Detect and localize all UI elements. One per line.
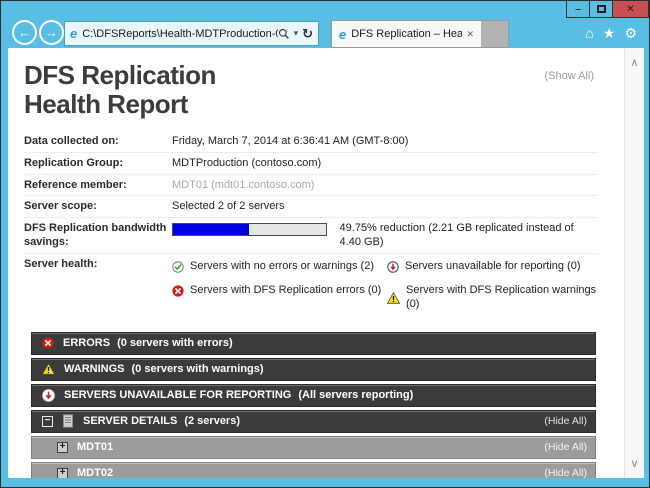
- favorites-star-icon[interactable]: ★: [603, 26, 616, 40]
- server-name: MDT02: [77, 467, 113, 478]
- health-item-warnings: Servers with DFS Replication warnings (0…: [387, 284, 598, 312]
- minimize-button[interactable]: –: [566, 0, 590, 18]
- health-item-errors: Servers with DFS Replication errors (0): [172, 284, 387, 298]
- hide-all-link[interactable]: (Hide All): [544, 415, 587, 427]
- field-server-health: Server health: Servers with no errors or…: [24, 253, 598, 326]
- refresh-icon[interactable]: ↻: [302, 26, 313, 42]
- field-value: Selected 2 of 2 servers: [172, 200, 285, 214]
- field-label: Server scope:: [24, 200, 172, 214]
- expand-toggle[interactable]: +: [57, 442, 68, 453]
- address-input[interactable]: C:\DFSReports\Health-MDTProduction-07Ma: [82, 28, 277, 40]
- window-controls: – ✕: [567, 0, 649, 18]
- page-content: DFS Replication Health Report (Show All)…: [8, 48, 644, 478]
- unavailable-icon: [387, 261, 399, 273]
- field-reference-member: Reference member: MDT01 (mdt01.contoso.c…: [24, 174, 598, 196]
- minimize-icon: –: [575, 4, 581, 15]
- health-item-text: Servers with DFS Replication errors (0): [190, 284, 381, 298]
- ok-icon: [172, 261, 184, 273]
- scroll-down-icon[interactable]: ∨: [625, 457, 644, 470]
- field-label: Data collected on:: [24, 135, 172, 149]
- scroll-up-icon[interactable]: ∧: [625, 56, 644, 69]
- hide-all-link[interactable]: (Hide All): [544, 441, 587, 453]
- maximize-icon: [597, 5, 606, 13]
- address-dropdown-icon[interactable]: ▾: [294, 28, 299, 39]
- server-name: MDT01: [77, 441, 113, 453]
- field-server-scope: Server scope: Selected 2 of 2 servers: [24, 195, 598, 217]
- vertical-scrollbar[interactable]: ∧ ∨: [624, 48, 644, 478]
- section-detail: (0 servers with warnings): [132, 363, 264, 375]
- tab-favicon-ie-icon: e: [339, 27, 346, 42]
- warning-icon: [42, 363, 55, 375]
- back-button[interactable]: ←: [12, 20, 37, 45]
- page-favicon-ie-icon: e: [70, 26, 77, 41]
- settings-gear-icon[interactable]: ⚙: [624, 26, 637, 40]
- title-line-2: Health Report: [24, 89, 188, 119]
- tab-title: DFS Replication – Health Re...: [351, 28, 462, 40]
- back-arrow-icon: ←: [18, 25, 31, 40]
- maximize-button[interactable]: [589, 0, 613, 18]
- show-all-link[interactable]: (Show All): [544, 70, 594, 82]
- summary-fields: Data collected on: Friday, March 7, 2014…: [24, 131, 598, 326]
- forward-button[interactable]: →: [39, 20, 64, 45]
- search-icon[interactable]: [278, 28, 290, 40]
- bandwidth-bar-fill: [173, 224, 249, 235]
- error-icon: [172, 285, 184, 297]
- section-errors[interactable]: ERRORS (0 servers with errors): [31, 332, 596, 355]
- tab-dfs-health-report[interactable]: e DFS Replication – Health Re... ✕: [331, 20, 482, 48]
- health-item-ok: Servers with no errors or warnings (2): [172, 260, 387, 274]
- section-label: WARNINGS: [64, 363, 125, 375]
- section-detail: (0 servers with errors): [117, 337, 233, 349]
- address-bar[interactable]: e C:\DFSReports\Health-MDTProduction-07M…: [64, 21, 319, 46]
- field-data-collected: Data collected on: Friday, March 7, 2014…: [24, 131, 598, 152]
- section-servers-unavailable[interactable]: SERVERS UNAVAILABLE FOR REPORTING (All s…: [31, 384, 596, 407]
- bandwidth-text: 49.75% reduction (2.21 GB replicated ins…: [340, 222, 598, 250]
- browser-window: – ✕ ← → e C:\DFSReports\Health-MDTProduc…: [0, 0, 650, 488]
- unavailable-icon: [42, 389, 55, 402]
- field-label: Reference member:: [24, 179, 172, 193]
- field-value: MDT01 (mdt01.contoso.com): [172, 179, 314, 193]
- health-item-text: Servers unavailable for reporting (0): [405, 260, 580, 274]
- server-icon: [62, 414, 74, 428]
- new-tab-button[interactable]: [481, 20, 509, 48]
- section-detail: (All servers reporting): [298, 389, 413, 401]
- section-label: SERVER DETAILS: [83, 415, 177, 427]
- section-warnings[interactable]: WARNINGS (0 servers with warnings): [31, 358, 596, 381]
- warning-icon: [387, 292, 400, 304]
- section-label: ERRORS: [63, 337, 110, 349]
- field-label: Replication Group:: [24, 157, 172, 171]
- page-title: DFS Replication Health Report: [24, 61, 598, 119]
- tab-close-icon[interactable]: ✕: [466, 29, 474, 40]
- health-item-text: Servers with DFS Replication warnings (0…: [406, 284, 598, 312]
- report-sections: ERRORS (0 servers with errors) WARNINGS …: [31, 332, 596, 478]
- bandwidth-progress-bar: [172, 223, 327, 236]
- health-item-text: Servers with no errors or warnings (2): [190, 260, 374, 274]
- field-label: Server health:: [24, 258, 172, 323]
- navigation-bar: ← → e C:\DFSReports\Health-MDTProduction…: [1, 19, 649, 48]
- section-detail: (2 servers): [184, 415, 240, 427]
- collapse-toggle[interactable]: −: [42, 416, 53, 427]
- close-icon: ✕: [626, 4, 634, 15]
- title-line-1: DFS Replication: [24, 60, 216, 90]
- close-button[interactable]: ✕: [612, 0, 649, 18]
- field-value: Friday, March 7, 2014 at 6:36:41 AM (GMT…: [172, 135, 408, 149]
- health-item-unavailable: Servers unavailable for reporting (0): [387, 260, 598, 274]
- forward-arrow-icon: →: [45, 25, 58, 40]
- health-report: DFS Replication Health Report (Show All)…: [8, 48, 624, 478]
- section-server-details[interactable]: − SERVER DETAILS (2 servers) (Hide All): [31, 410, 596, 433]
- error-icon: [42, 337, 54, 349]
- home-icon[interactable]: ⌂: [585, 26, 593, 40]
- server-row-mdt01[interactable]: + MDT01 (Hide All): [31, 436, 596, 459]
- field-label: DFS Replication bandwidth savings:: [24, 222, 172, 250]
- field-replication-group: Replication Group: MDTProduction (contos…: [24, 152, 598, 174]
- title-bar: – ✕: [1, 1, 649, 19]
- hide-all-link[interactable]: (Hide All): [544, 467, 587, 478]
- field-value: MDTProduction (contoso.com): [172, 157, 321, 171]
- field-bandwidth-savings: DFS Replication bandwidth savings: 49.75…: [24, 217, 598, 253]
- expand-toggle[interactable]: +: [57, 468, 68, 478]
- server-row-mdt02[interactable]: + MDT02 (Hide All): [31, 462, 596, 478]
- section-label: SERVERS UNAVAILABLE FOR REPORTING: [64, 389, 291, 401]
